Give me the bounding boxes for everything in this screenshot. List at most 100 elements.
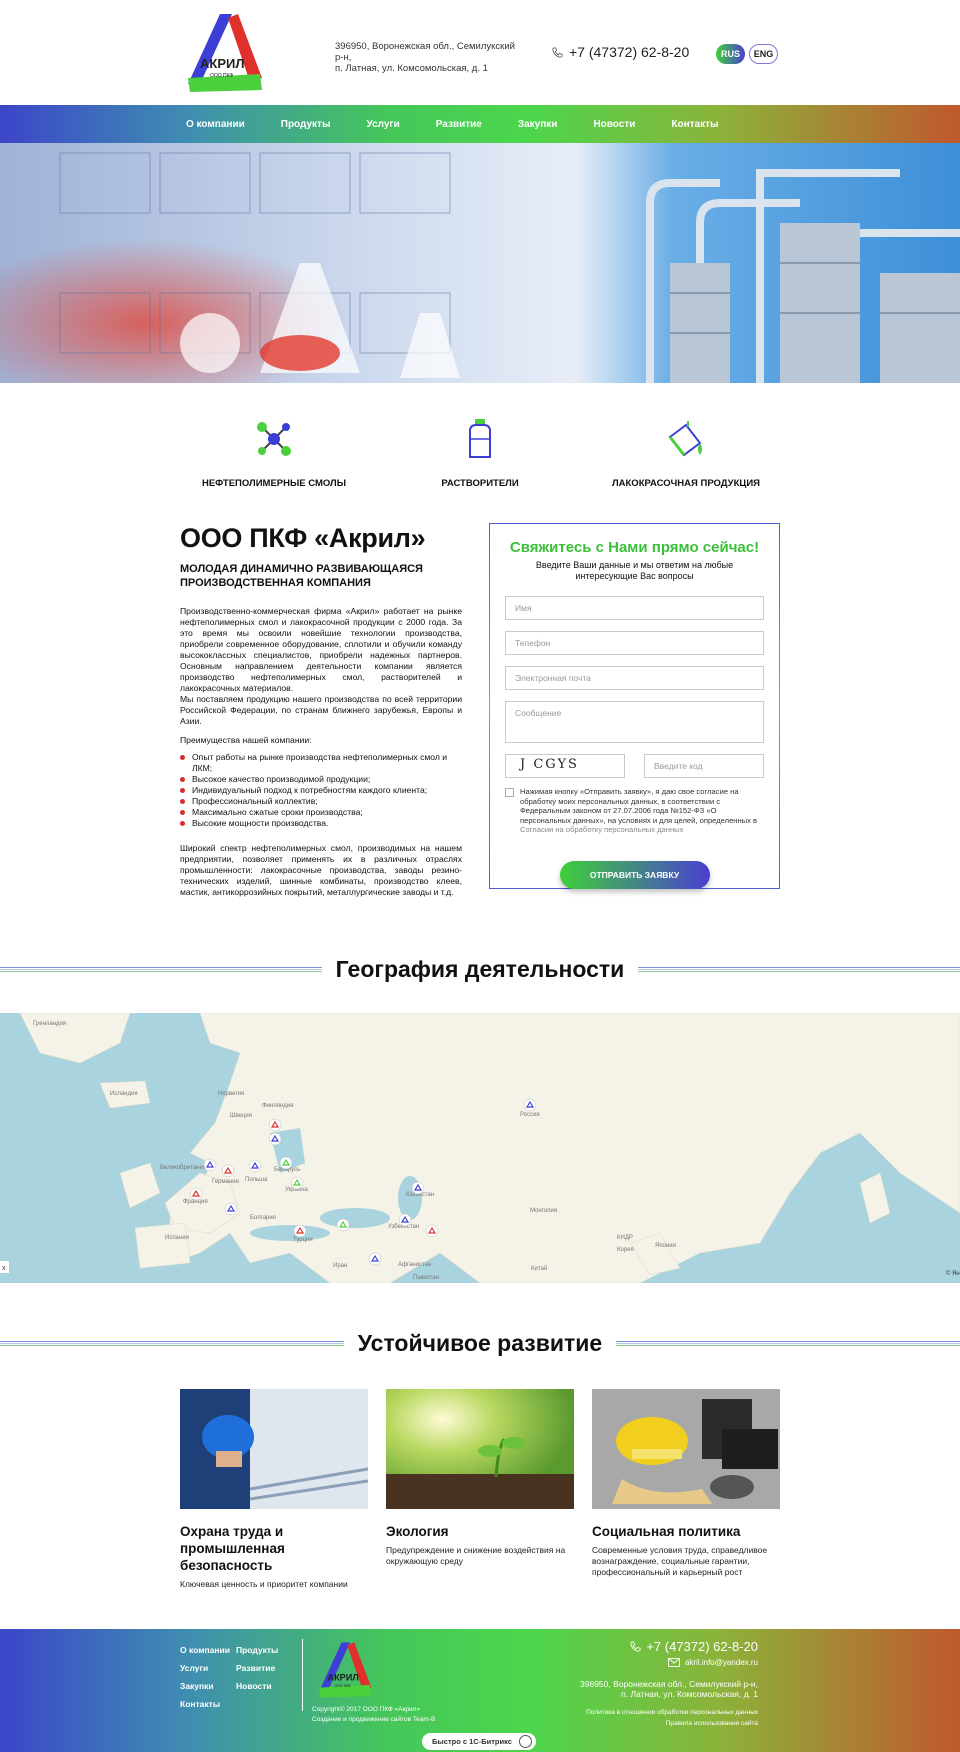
footer-link-contacts[interactable]: Контакты <box>180 1699 236 1709</box>
svg-text:© Ян: © Ян <box>946 1270 960 1277</box>
bitrix-badge[interactable]: Быстро с 1С-Битрикс <box>422 1733 536 1750</box>
svg-text:Россия: Россия <box>520 1112 540 1118</box>
svg-text:Корея: Корея <box>617 1247 634 1253</box>
products-section: НЕФТЕПОЛИМЕРНЫЕ СМОЛЫ РАСТВОРИТЕЛИ ЛАКОК… <box>0 383 960 523</box>
svg-text:x: x <box>2 1265 6 1272</box>
footer-contacts: +7 (47372) 62-8-20 akril.info@yandex.ru … <box>580 1639 758 1729</box>
footer-address: 396950, Воронежская обл., Семилукский р-… <box>580 1679 758 1699</box>
svg-text:Германия: Германия <box>212 1179 239 1185</box>
geo-section-title: География деятельности <box>0 943 960 995</box>
name-field[interactable]: Имя <box>505 596 764 620</box>
footer-link-about[interactable]: О компании <box>180 1645 236 1655</box>
submit-button[interactable]: ОТПРАВИТЬ ЗАЯВКУ <box>559 860 710 889</box>
header-phone[interactable]: +7 (47372) 62-8-20 <box>552 44 689 60</box>
svg-text:Швеция: Швеция <box>230 1113 252 1119</box>
phone-icon <box>552 47 563 58</box>
form-title: Свяжитесь с Нами прямо сейчас! <box>509 539 760 556</box>
nav-item-services[interactable]: Услуги <box>367 119 400 130</box>
header: АКРИЛ ООО ПКФ 396950, Воронежская обл., … <box>0 0 960 105</box>
about-paragraph: Производственно-коммерческая фирма «Акри… <box>180 606 462 693</box>
svg-text:Польша: Польша <box>245 1177 268 1183</box>
list-item: Индивидуальный подход к потребностям каж… <box>180 785 462 796</box>
canister-icon <box>469 419 491 458</box>
svg-text:Испания: Испания <box>165 1235 189 1241</box>
hero-image <box>0 143 960 383</box>
svg-text:Великобритания: Великобритания <box>160 1165 206 1171</box>
svg-text:АКРИЛ: АКРИЛ <box>327 1673 358 1683</box>
company-title: ООО ПКФ «Акрил» <box>180 523 426 553</box>
svg-text:ООО ПКФ: ООО ПКФ <box>335 1684 352 1688</box>
card-ecology[interactable]: Экология Предупреждение и снижение возде… <box>386 1389 574 1567</box>
svg-text:Пакистан: Пакистан <box>413 1275 439 1281</box>
list-item: Профессиональный коллектив; <box>180 796 462 807</box>
nav-item-about[interactable]: О компании <box>186 119 245 130</box>
card-social[interactable]: Социальная политика Современные условия … <box>592 1389 780 1578</box>
footer-copyright: Copyright© 2017 ООО ПКФ «Акрил» Создание… <box>312 1706 436 1725</box>
list-item: Опыт работы на рынке производства нефтеп… <box>180 752 462 774</box>
about-paragraph: Широкий спектр нефтеполимерных смол, про… <box>180 843 462 897</box>
message-field[interactable]: Сообщение <box>505 701 764 743</box>
language-switch: RUS ENG <box>716 44 778 64</box>
phone-icon <box>630 1641 641 1652</box>
about-paragraph: Мы поставляем продукцию нашего производс… <box>180 694 462 726</box>
nav-item-development[interactable]: Развитие <box>436 119 482 130</box>
list-item: Высокое качество производимой продукции; <box>180 774 462 785</box>
footer-link-products[interactable]: Продукты <box>236 1645 296 1655</box>
nav-item-contacts[interactable]: Контакты <box>671 119 718 130</box>
svg-text:Монголия: Монголия <box>530 1208 557 1214</box>
nav-item-news[interactable]: Новости <box>593 119 635 130</box>
product-solvents[interactable]: РАСТВОРИТЕЛИ <box>380 417 580 489</box>
site-rules-link[interactable]: Правила использования сайта <box>580 1718 758 1729</box>
svg-text:АКРИЛ: АКРИЛ <box>200 56 244 71</box>
advantages-title: Преимущества нашей компании: <box>180 735 312 745</box>
footer-link-development[interactable]: Развитие <box>236 1663 296 1673</box>
header-address: 396950, Воронежская обл., Семилукский р-… <box>335 41 515 74</box>
nav-item-products[interactable]: Продукты <box>281 119 331 130</box>
phone-field[interactable]: Телефон <box>505 631 764 655</box>
company-logo[interactable]: АКРИЛ ООО ПКФ <box>180 12 264 94</box>
ecology-photo <box>386 1389 574 1509</box>
list-item: Высокие мощности производства. <box>180 818 462 829</box>
list-item: Максимально сжатые сроки производства; <box>180 807 462 818</box>
lang-rus-button[interactable]: RUS <box>716 44 745 64</box>
footer-phone[interactable]: +7 (47372) 62-8-20 <box>580 1639 758 1654</box>
svg-text:Исландия: Исландия <box>110 1091 138 1097</box>
consent-checkbox[interactable] <box>505 788 514 797</box>
mail-icon <box>668 1658 680 1667</box>
product-paints[interactable]: ЛАКОКРАСОЧНАЯ ПРОДУКЦИЯ <box>586 417 786 489</box>
card-safety[interactable]: Охрана труда и промышленная безопасность… <box>180 1389 368 1590</box>
nav-item-purchases[interactable]: Закупки <box>518 119 558 130</box>
hero-banner <box>0 143 960 383</box>
footer-policies: Политика в отношении обработки персональ… <box>580 1707 758 1729</box>
geo-map[interactable]: Гренландия Исландия Норвегия Финляндия Ш… <box>0 1013 960 1283</box>
lang-eng-button[interactable]: ENG <box>749 44 778 64</box>
footer-link-purchases[interactable]: Закупки <box>180 1681 236 1691</box>
form-subtitle: Введите Ваши данные и мы ответим на любы… <box>535 560 734 581</box>
map-canvas[interactable]: Гренландия Исландия Норвегия Финляндия Ш… <box>0 1013 960 1283</box>
svg-text:Япония: Япония <box>655 1243 676 1249</box>
main-nav: О компании Продукты Услуги Развитие Заку… <box>0 105 960 143</box>
privacy-policy-link[interactable]: Политика в отношении обработки персональ… <box>580 1707 758 1718</box>
svg-text:Афганистан: Афганистан <box>398 1262 431 1268</box>
footer-link-services[interactable]: Услуги <box>180 1663 236 1673</box>
svg-text:Болгария: Болгария <box>250 1215 276 1221</box>
captcha-code-field[interactable]: Введите код <box>644 754 764 778</box>
footer-link-news[interactable]: Новости <box>236 1681 296 1691</box>
footer-logo[interactable]: АКРИЛ ООО ПКФ <box>312 1641 374 1699</box>
footer-nav: О компании Продукты Услуги Развитие Заку… <box>180 1645 296 1709</box>
made-by-link[interactable]: Создание и продвижение сайтов Team-B <box>312 1715 435 1725</box>
social-photo <box>592 1389 780 1509</box>
svg-text:Норвегия: Норвегия <box>218 1091 244 1097</box>
svg-text:Гренландия: Гренландия <box>33 1021 66 1027</box>
svg-text:Иран: Иран <box>333 1263 347 1269</box>
footer-email[interactable]: akril.info@yandex.ru <box>580 1658 758 1667</box>
about-text: ООО ПКФ «Акрил» МОЛОДАЯ ДИНАМИЧНО РАЗВИВ… <box>180 523 462 898</box>
captcha-row: J CGYS Введите код <box>505 754 764 778</box>
email-field[interactable]: Электронная почта <box>505 666 764 690</box>
consent-link[interactable]: Согласии на обработку персональных данны… <box>520 825 683 834</box>
svg-text:Финляндия: Финляндия <box>262 1103 293 1109</box>
product-petroleum-resins[interactable]: НЕФТЕПОЛИМЕРНЫЕ СМОЛЫ <box>174 417 374 489</box>
footer-divider <box>302 1639 303 1711</box>
captcha-image: J CGYS <box>505 754 625 778</box>
consent-block: Нажимая кнопку «Отправить заявку», я даю… <box>505 787 764 835</box>
